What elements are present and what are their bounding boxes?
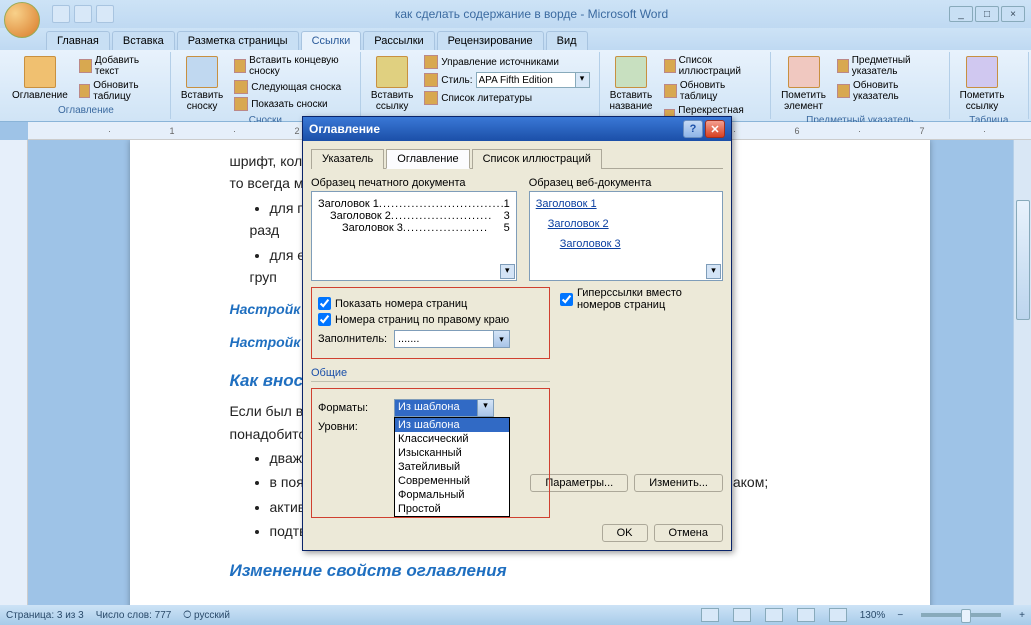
book-icon (24, 56, 56, 88)
hyperlinks-checkbox[interactable] (560, 293, 573, 306)
ruler-vertical[interactable] (0, 140, 28, 605)
web-link[interactable]: Заголовок 3 (560, 238, 621, 250)
undo-icon[interactable] (74, 5, 92, 23)
dialog-titlebar[interactable]: Оглавление ? ✕ (303, 117, 731, 141)
tab-index[interactable]: Указатель (311, 149, 384, 169)
window-title: как сделать содержание в ворде - Microso… (114, 7, 949, 21)
tab-home[interactable]: Главная (46, 31, 110, 50)
view-print-layout-icon[interactable] (701, 608, 719, 622)
tab-layout[interactable]: Разметка страницы (177, 31, 299, 50)
manage-sources[interactable]: Управление источниками (421, 54, 592, 70)
list-figures[interactable]: Список иллюстраций (661, 54, 765, 78)
status-lang[interactable]: 🞅 русский (183, 610, 230, 621)
insert-endnote[interactable]: Вставить концевую сноску (231, 54, 354, 78)
view-draft-icon[interactable] (829, 608, 847, 622)
right-align-numbers-checkbox[interactable] (318, 313, 331, 326)
modify-button[interactable]: Изменить... (634, 474, 723, 492)
quick-access-toolbar (52, 5, 114, 23)
statusbar: Страница: 3 из 3 Число слов: 777 🞅 русск… (0, 605, 1031, 625)
update-index[interactable]: Обновить указатель (834, 79, 943, 103)
toc-dialog: Оглавление ? ✕ Указатель Оглавление Спис… (302, 116, 732, 551)
insert-footnote-button[interactable]: Вставить сноску (177, 54, 227, 114)
chevron-down-icon[interactable]: ▾ (706, 264, 721, 279)
chevron-down-icon[interactable]: ▾ (500, 264, 515, 279)
status-words[interactable]: Число слов: 777 (96, 610, 172, 621)
scroll-thumb[interactable] (1016, 200, 1030, 320)
show-notes[interactable]: Показать сноски (231, 96, 354, 112)
group-header: Общие (311, 367, 550, 382)
format-option[interactable]: Современный (395, 474, 509, 488)
preview-web-label: Образец веб-документа (529, 177, 723, 189)
tab-view[interactable]: Вид (546, 31, 588, 50)
format-option[interactable]: Затейливый (395, 460, 509, 474)
zoom-in-icon[interactable]: + (1019, 610, 1025, 621)
tab-leader-input[interactable] (394, 330, 494, 348)
mark-entry-button[interactable]: Пометить элемент (777, 54, 830, 114)
ribbon-tabs: Главная Вставка Разметка страницы Ссылки… (0, 28, 1031, 50)
view-reading-icon[interactable] (733, 608, 751, 622)
chevron-down-icon[interactable]: ▾ (477, 400, 493, 416)
next-footnote[interactable]: Следующая сноска (231, 79, 354, 95)
format-option[interactable]: Изысканный (395, 446, 509, 460)
tab-insert[interactable]: Вставка (112, 31, 175, 50)
redo-icon[interactable] (96, 5, 114, 23)
add-text-button[interactable]: Добавить текст (76, 54, 164, 78)
titlebar: как сделать содержание в ворде - Microso… (0, 0, 1031, 28)
dialog-tabs: Указатель Оглавление Список иллюстраций (311, 149, 723, 169)
minimize-button[interactable]: _ (949, 6, 973, 22)
tab-toc[interactable]: Оглавление (386, 149, 469, 169)
web-link[interactable]: Заголовок 2 (548, 218, 609, 230)
view-web-icon[interactable] (765, 608, 783, 622)
chevron-down-icon[interactable]: ▾ (494, 330, 510, 348)
format-option[interactable]: Классический (395, 432, 509, 446)
show-page-numbers-checkbox[interactable] (318, 297, 331, 310)
preview-print: Заголовок 1.............................… (311, 191, 517, 281)
preview-web: Заголовок 1 Заголовок 2 Заголовок 3 ▾ (529, 191, 723, 281)
bibliography[interactable]: Список литературы (421, 90, 592, 106)
tab-review[interactable]: Рецензирование (437, 31, 544, 50)
insert-citation-button[interactable]: Вставить ссылку (367, 54, 417, 114)
view-outline-icon[interactable] (797, 608, 815, 622)
format-option[interactable]: Простой (395, 502, 509, 516)
scrollbar-vertical[interactable] (1013, 140, 1031, 605)
help-button[interactable]: ? (683, 120, 703, 138)
update-table-button[interactable]: Обновить таблицу (76, 79, 164, 103)
zoom-slider[interactable] (921, 613, 1001, 617)
highlighted-options: Показать номера страниц Номера страниц п… (311, 287, 550, 359)
insert-index[interactable]: Предметный указатель (834, 54, 943, 78)
tab-figures[interactable]: Список иллюстраций (472, 149, 602, 169)
style-combo[interactable]: Стиль: ▾ (421, 71, 592, 89)
chevron-down-icon[interactable]: ▾ (576, 72, 590, 88)
status-zoom[interactable]: 130% (860, 610, 886, 621)
dialog-title: Оглавление (309, 122, 380, 136)
style-input[interactable] (476, 72, 576, 88)
cancel-button[interactable]: Отмена (654, 524, 723, 542)
update-table2[interactable]: Обновить таблицу (661, 79, 765, 103)
insert-caption-button[interactable]: Вставить название (606, 54, 657, 114)
office-button[interactable] (4, 2, 40, 38)
preview-print-label: Образец печатного документа (311, 177, 517, 189)
web-link[interactable]: Заголовок 1 (536, 198, 597, 210)
heading: Изменение свойств оглавления (230, 557, 830, 584)
zoom-out-icon[interactable]: − (897, 610, 903, 621)
formats-list: Из шаблона Классический Изысканный Затей… (394, 417, 510, 517)
format-option[interactable]: Формальный (395, 488, 509, 502)
close-button[interactable]: × (1001, 6, 1025, 22)
ribbon: Оглавление Добавить текст Обновить табли… (0, 50, 1031, 122)
status-page[interactable]: Страница: 3 из 3 (6, 610, 84, 621)
tab-mailings[interactable]: Рассылки (363, 31, 434, 50)
close-icon[interactable]: ✕ (705, 120, 725, 138)
ok-button[interactable]: OK (602, 524, 648, 542)
format-option[interactable]: Из шаблона (395, 418, 509, 432)
formats-dropdown[interactable]: Из шаблона▾ Из шаблона Классический Изыс… (394, 399, 494, 417)
group-label: Оглавление (8, 104, 164, 117)
toc-button[interactable]: Оглавление (8, 54, 72, 103)
save-icon[interactable] (52, 5, 70, 23)
tab-references[interactable]: Ссылки (301, 31, 362, 50)
maximize-button[interactable]: □ (975, 6, 999, 22)
mark-citation-button[interactable]: Пометить ссылку (956, 54, 1009, 114)
